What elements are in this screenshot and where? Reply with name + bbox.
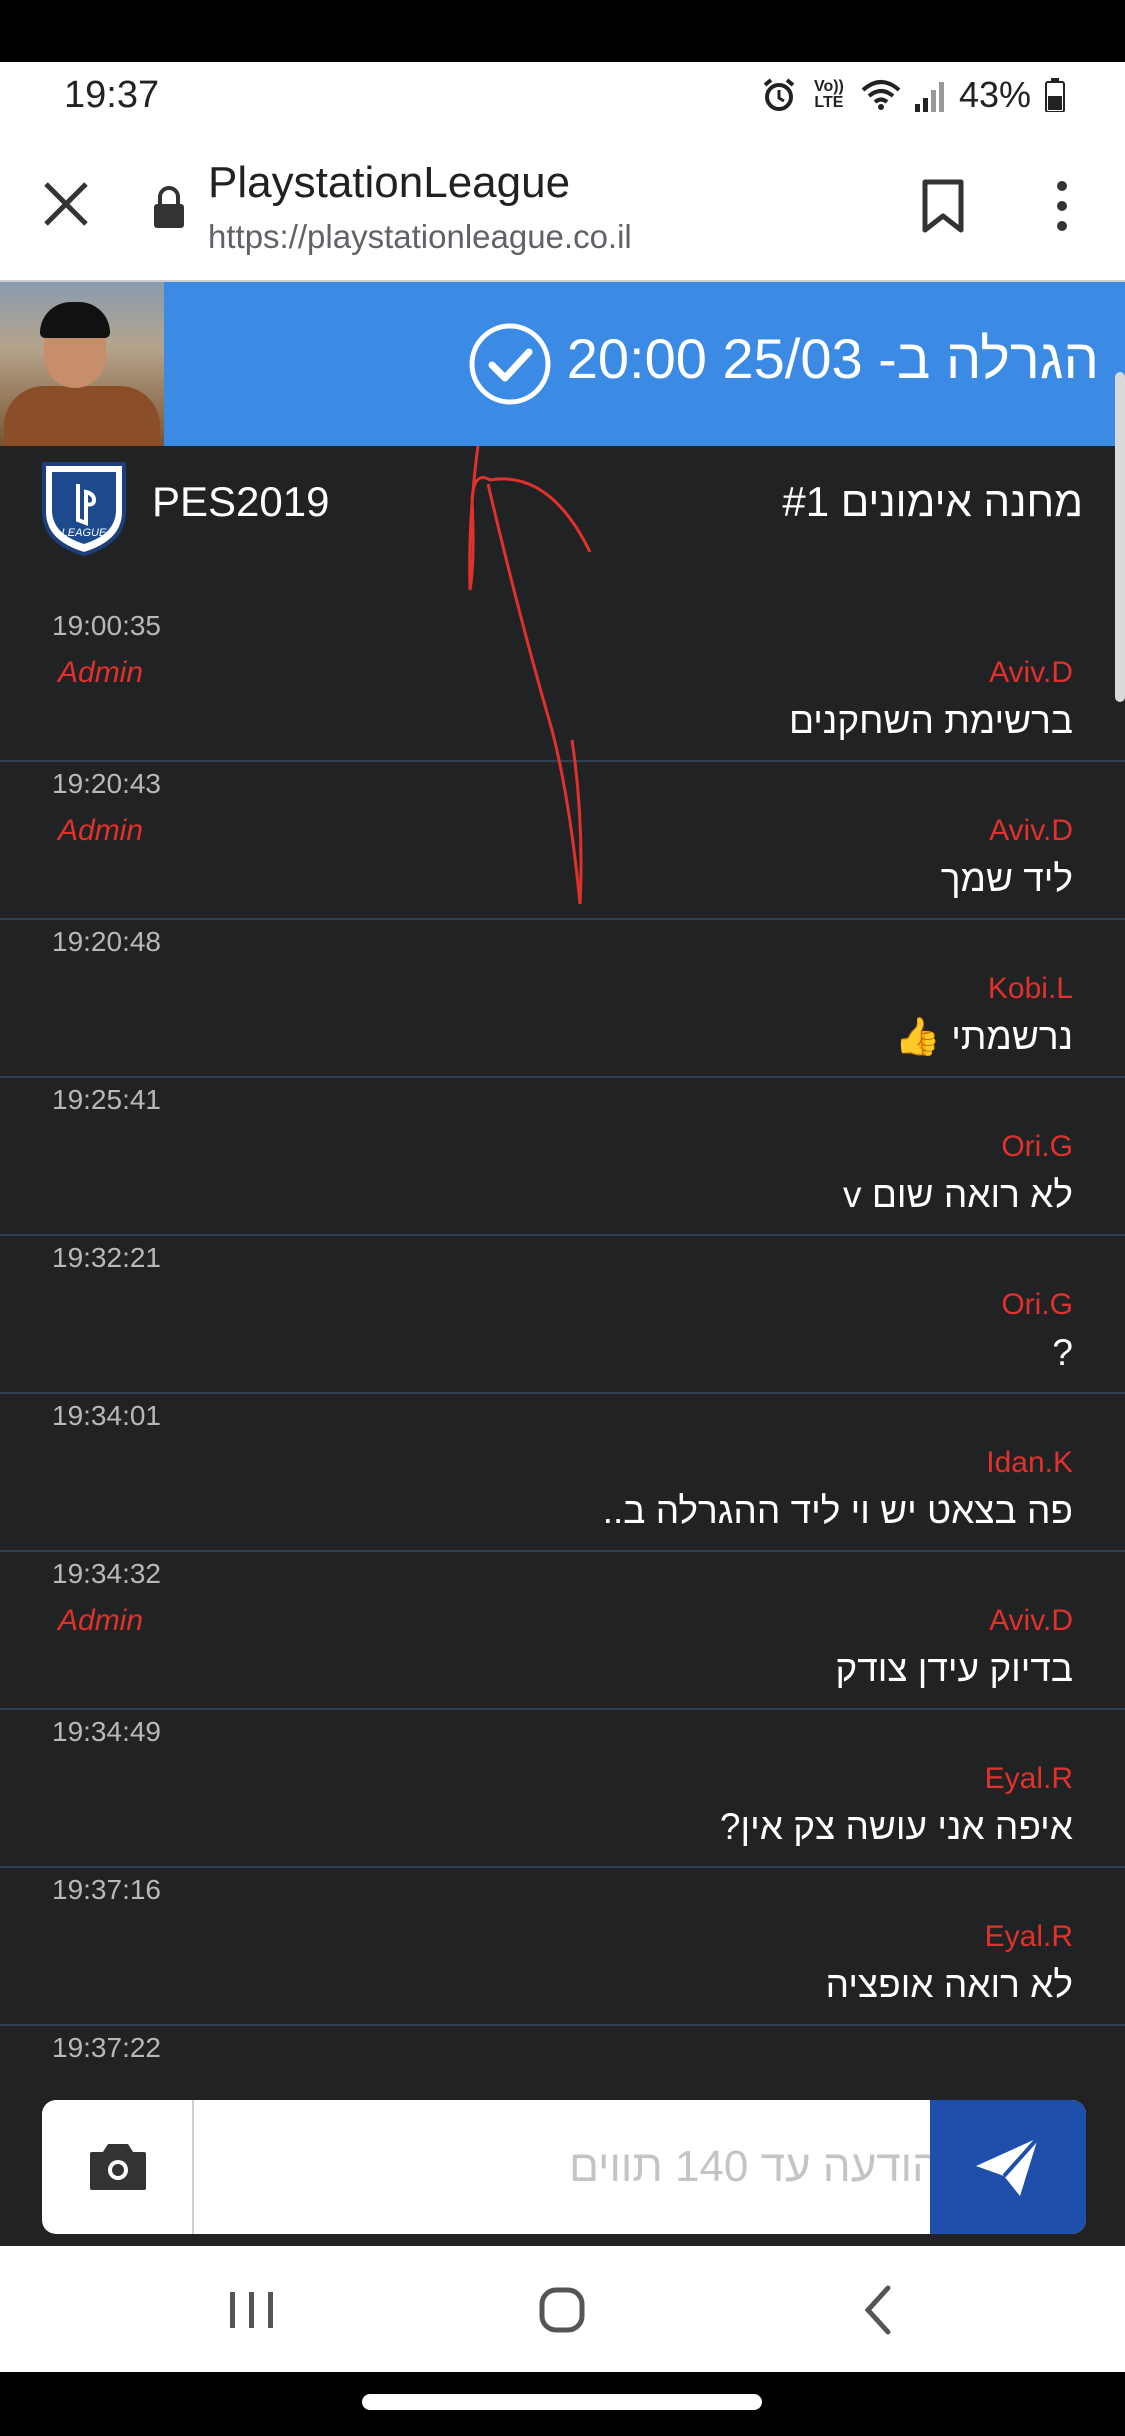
message-time: 19:34:49 <box>52 1716 161 1747</box>
more-menu-icon[interactable] <box>1050 178 1074 234</box>
league-logo: LEAGUE <box>42 462 126 557</box>
admin-badge: Admin <box>58 1604 144 1637</box>
checkin-check-icon[interactable] <box>468 322 552 406</box>
status-icons: Vo)) LTE 43% <box>761 74 1065 116</box>
site-url[interactable]: https://playstationleague.co.il <box>208 218 632 256</box>
alarm-icon <box>761 77 797 113</box>
recent-apps-icon[interactable] <box>222 2280 282 2340</box>
admin-badge: Admin <box>58 814 144 847</box>
message-time: 19:25:41 <box>52 1084 161 1115</box>
message-user[interactable]: Aviv.D <box>989 1604 1073 1638</box>
send-icon <box>976 2136 1040 2196</box>
status-time: 19:37 <box>64 74 160 116</box>
message-text: ליד שמך <box>940 858 1073 899</box>
camera-button[interactable] <box>42 2100 194 2234</box>
message-time: 19:37:16 <box>52 1874 161 1905</box>
message-time: 19:32:21 <box>52 1242 161 1273</box>
svg-text:LEAGUE: LEAGUE <box>62 527 107 539</box>
game-name: PES2019 <box>152 478 330 525</box>
site-title[interactable]: PlaystationLeague <box>208 158 570 208</box>
list-item: 19:00:35 Admin Aviv.D ברשימת השחקנים <box>0 604 1125 762</box>
room-header: LEAGUE PES2019 מחנה אימונים #1 <box>0 446 1125 557</box>
message-text: איפה אני עושה צק אין? <box>719 1806 1073 1847</box>
close-icon[interactable] <box>40 178 92 230</box>
message-time: 19:37:22 <box>52 2032 161 2063</box>
message-user[interactable]: Ori.G <box>1001 1130 1073 1164</box>
android-nav-bar <box>0 2246 1125 2372</box>
list-item: 19:34:01 Idan.K פה בצאט יש וי ליד ההגרלה… <box>0 1394 1125 1552</box>
room-name: מחנה אימונים #1 <box>782 478 1083 525</box>
message-user[interactable]: Ori.G <box>1001 1288 1073 1322</box>
message-text: פה בצאט יש וי ליד ההגרלה ב.. <box>602 1490 1073 1531</box>
draw-date-text: הגרלה ב- 25/03 20:00 <box>566 327 1099 390</box>
lock-icon <box>154 186 184 228</box>
message-text: ? <box>1052 1332 1073 1373</box>
message-time: 19:20:48 <box>52 926 161 957</box>
message-text: נרשמתי 👍 <box>894 1016 1073 1057</box>
message-time: 19:00:35 <box>52 610 161 641</box>
wifi-icon <box>861 78 901 112</box>
message-time: 19:20:43 <box>52 768 161 799</box>
message-text: ברשימת השחקנים <box>788 700 1073 741</box>
bookmark-icon[interactable] <box>920 178 966 234</box>
message-input[interactable] <box>202 2100 962 2234</box>
message-user[interactable]: Aviv.D <box>989 814 1073 848</box>
top-black-bar <box>0 0 1125 62</box>
message-text: בדיוק עידן צודק <box>835 1648 1073 1689</box>
message-text: לא רואה שום v <box>843 1174 1073 1215</box>
message-user[interactable]: Eyal.R <box>985 1762 1073 1796</box>
list-item: 19:20:48 Kobi.L נרשמתי 👍 <box>0 920 1125 1078</box>
battery-icon <box>1045 78 1065 112</box>
message-time: 19:34:01 <box>52 1400 161 1431</box>
message-text: לא רואה אופציה <box>825 1964 1073 2005</box>
gesture-pill[interactable] <box>362 2394 762 2410</box>
gesture-bar <box>0 2372 1125 2436</box>
user-avatar[interactable] <box>0 282 164 446</box>
message-user[interactable]: Aviv.D <box>989 656 1073 690</box>
list-item: 19:34:49 Eyal.R איפה אני עושה צק אין? <box>0 1710 1125 1868</box>
admin-badge: Admin <box>58 656 144 689</box>
message-composer <box>42 2100 1086 2234</box>
battery-percent: 43% <box>958 74 1031 115</box>
signal-icon <box>914 78 945 112</box>
list-item: 19:34:32 Admin Aviv.D בדיוק עידן צודק <box>0 1552 1125 1710</box>
send-button[interactable] <box>930 2100 1086 2234</box>
camera-icon <box>90 2144 146 2190</box>
back-icon[interactable] <box>850 2280 910 2340</box>
message-user[interactable]: Kobi.L <box>988 972 1073 1006</box>
draw-banner: הגרלה ב- 25/03 20:00 <box>0 282 1125 446</box>
browser-toolbar: PlaystationLeague https://playstationlea… <box>0 126 1125 282</box>
list-item: 19:37:16 Eyal.R לא רואה אופציה <box>0 1868 1125 2026</box>
list-item: 19:32:21 Ori.G ? <box>0 1236 1125 1394</box>
home-icon[interactable] <box>532 2280 592 2340</box>
status-bar: 19:37 Vo)) LTE 43% <box>0 62 1125 126</box>
message-user[interactable]: Eyal.R <box>985 1920 1073 1954</box>
list-item: 19:20:43 Admin Aviv.D ליד שמך <box>0 762 1125 920</box>
chat-page: הגרלה ב- 25/03 20:00 LEAGUE PES2019 מחנה… <box>0 282 1125 2246</box>
list-item: 19:25:41 Ori.G לא רואה שום v <box>0 1078 1125 1236</box>
message-user[interactable]: Idan.K <box>986 1446 1073 1480</box>
volte-icon: Vo)) LTE <box>813 78 844 111</box>
message-time: 19:34:32 <box>52 1558 161 1589</box>
